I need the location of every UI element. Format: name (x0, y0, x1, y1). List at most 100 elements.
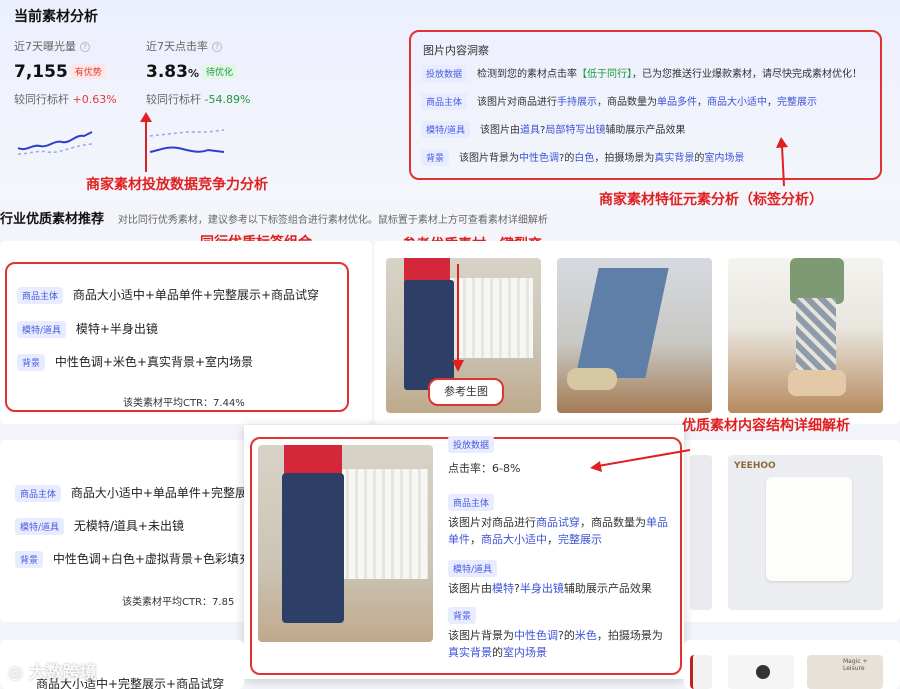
text-segment: 该图片背景为 (459, 153, 520, 164)
thumbnail-caption: Magic + Leisure (843, 658, 868, 672)
text-segment: ，商品数量为 (597, 97, 658, 108)
group-ctr: 该类素材平均CTR：7.44% (123, 398, 245, 409)
help-icon[interactable]: ? (212, 42, 222, 52)
insight-row: 投放数据 检测到您的素材点击率【低于同行】，已为您推送行业爆款素材，请尽快完成素材… (421, 65, 862, 82)
detail-tag: 投放数据 (448, 436, 495, 453)
tag-link[interactable]: 模特 (492, 582, 514, 595)
insight-title: 图片内容洞察 (423, 44, 489, 57)
tag-link[interactable]: 真实背景 (448, 646, 492, 659)
bench-label: 较同行标杆 (146, 93, 201, 106)
tag-label: 模特/道具 (448, 560, 498, 577)
material-thumbnail[interactable] (690, 455, 712, 610)
annotation-arrow (452, 264, 464, 372)
tag-combo: 模特+半身出镜 (75, 322, 158, 336)
annotation-arrow (140, 112, 152, 172)
text-segment: 辅助展示产品效果 (605, 125, 686, 136)
curtain-shape (340, 469, 428, 579)
material-thumbnail[interactable] (557, 258, 712, 413)
tag-link[interactable]: 室内场景 (503, 646, 547, 659)
tag-link[interactable]: 完整展示 (777, 97, 817, 108)
tag-link[interactable]: 手持展示 (557, 97, 597, 108)
tag-link[interactable]: 真实背景 (654, 153, 694, 164)
exposure-sparkline (17, 131, 93, 155)
status-badge: 有优势 (70, 64, 106, 79)
metric-ctr: 近7天点击率? 3.83% 待优化 较同行标杆 -54.89% (146, 38, 276, 107)
text-segment: 该图片由 (480, 125, 521, 136)
jeans-shape (575, 268, 669, 378)
tag-label: 商品主体 (421, 93, 468, 110)
text-segment: 的 (492, 646, 503, 659)
tag-row: 模特/道具 模特+半身出镜 (17, 320, 158, 338)
watermark: ◎ 大数跨境 (8, 658, 97, 683)
text-segment: ， (697, 97, 708, 108)
tag-link[interactable]: 完整展示 (558, 533, 602, 546)
text-segment: 辅助展示产品效果 (563, 582, 652, 595)
shoe-shape (567, 368, 617, 390)
tag-label: 模特/道具 (421, 121, 471, 138)
text-segment: ?的 (558, 629, 575, 642)
reference-generate-button[interactable]: 参考生图 (428, 378, 504, 406)
annotation-tag-analysis: 商家素材特征元素分析（标签分析） (599, 192, 823, 208)
tag-label: 商品主体 (15, 485, 62, 502)
insight-panel: 图片内容洞察 投放数据 检测到您的素材点击率【低于同行】，已为您推送行业爆款素材，… (409, 30, 882, 180)
tag-link[interactable]: 白色 (574, 153, 594, 164)
metric-label: 近7天点击率 (146, 40, 208, 53)
watermark-text: 大数跨境 (28, 663, 97, 683)
tag-label: 商品主体 (448, 494, 495, 511)
annotation-competitiveness: 商家素材投放数据竞争力分析 (86, 177, 268, 193)
detail-text: 该图片由模特?半身出镜辅助展示产品效果 (448, 580, 672, 596)
annotation-arrow (590, 449, 691, 472)
material-thumbnail[interactable]: YEEHOO (728, 455, 883, 610)
tag-combo: 中性色调+米色+真实背景+室内场景 (54, 355, 254, 369)
insight-text: 检测到您的素材点击率【低于同行】，已为您推送行业爆款素材，请尽快完成素材优化！ (477, 69, 862, 80)
material-thumbnail[interactable] (690, 655, 712, 689)
tag-row: 模特/道具 无模特/道具+未出镜 (15, 517, 184, 535)
tag-row: 商品主体 商品大小适中+单品单件+完整展 (15, 484, 247, 502)
bench-label: 较同行标杆 (14, 93, 69, 106)
tag-link[interactable]: 室内场景 (704, 153, 744, 164)
industry-header: 行业优质素材推荐 对比同行优秀素材，建议参考以下标签组合进行素材优化。鼠标置于素… (0, 208, 548, 227)
tag-row: 背景 中性色调+白色+虚拟背景+色彩填充 (15, 550, 251, 568)
help-icon[interactable]: ? (80, 42, 90, 52)
metric-value: 7,155 (14, 62, 68, 82)
material-thumbnail[interactable]: Magic + Leisure (807, 655, 883, 689)
detail-image (258, 445, 433, 642)
tag-link[interactable]: 商品试穿 (536, 516, 580, 529)
metric-exposure: 近7天曝光量? 7,155 有优势 较同行标杆 +0.63% (14, 38, 139, 107)
tag-label: 模特/道具 (15, 518, 65, 535)
tag-link[interactable]: 半身出镜 (520, 582, 564, 595)
material-thumbnail[interactable] (728, 258, 883, 413)
tag-row: 商品主体 商品大小适中+单品单件+完整展示+商品试穿 (17, 286, 319, 304)
tag-link[interactable]: 局部特写出镜 (545, 125, 605, 136)
jeans-shape (282, 473, 344, 623)
metric-value: 3.83 (146, 62, 188, 82)
tag-label: 商品主体 (17, 287, 64, 304)
tag-link[interactable]: 商品大小适中 (707, 97, 767, 108)
text-segment: ， (547, 533, 558, 546)
tag-link[interactable]: 商品大小适中 (481, 533, 547, 546)
boots-shape (788, 370, 846, 396)
group-ctr: 该类素材平均CTR：7.85 (122, 597, 235, 608)
person-shape (756, 665, 770, 679)
page-title: 当前素材分析 (14, 9, 98, 25)
text-segment: ，商品数量为 (580, 516, 646, 529)
tag-combo: 商品大小适中+单品单件+完整展示+商品试穿 (72, 288, 320, 302)
tag-link[interactable]: 道具 (520, 125, 540, 136)
detail-tag: 商品主体 (448, 494, 495, 511)
brand-logo: YEEHOO (734, 461, 776, 471)
bench-value: -54.89% (204, 93, 251, 106)
insight-row: 商品主体 该图片对商品进行手持展示，商品数量为单品多件，商品大小适中，完整展示 (421, 93, 817, 110)
text-segment: 该图片由 (448, 582, 492, 595)
material-thumbnail[interactable] (728, 655, 794, 689)
tag-link[interactable]: 单品多件 (657, 97, 697, 108)
annotation-detail: 优质素材内容结构详细解析 (682, 418, 850, 434)
insight-row: 背景 该图片背景为中性色调?的白色，拍摄场景为真实背景的室内场景 (421, 149, 744, 166)
industry-title: 行业优质素材推荐 (0, 212, 105, 227)
tag-label: 背景 (448, 607, 477, 624)
insight-text: 该图片背景为中性色调?的白色，拍摄场景为真实背景的室内场景 (459, 153, 744, 164)
tag-link[interactable]: 中性色调 (519, 153, 559, 164)
text-segment: ，拍摄场景为 (594, 153, 655, 164)
tag-link[interactable]: 米色 (575, 629, 597, 642)
tag-link[interactable]: 中性色调 (514, 629, 558, 642)
text-segment: 该图片对商品进行 (477, 97, 558, 108)
